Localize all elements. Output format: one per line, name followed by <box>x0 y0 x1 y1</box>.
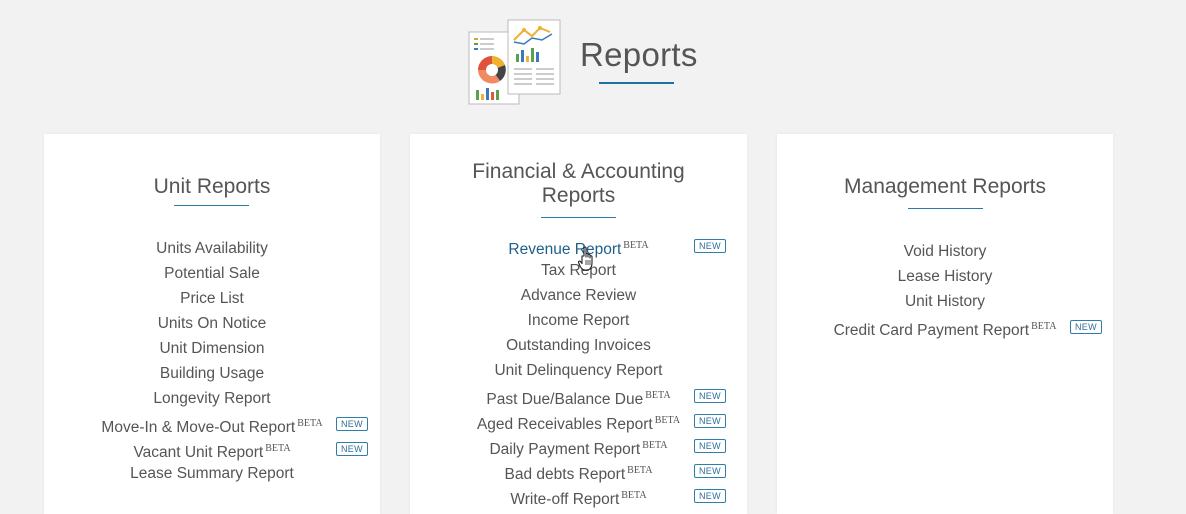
report-link[interactable]: Price List <box>44 286 380 311</box>
unit-reports-card: Unit Reports Units Availability Potentia… <box>44 134 380 514</box>
card-title: Unit Reports <box>153 175 271 198</box>
report-link[interactable]: Unit Delinquency Report <box>410 358 747 383</box>
new-badge: NEW <box>694 389 726 403</box>
report-link[interactable]: Write-off Report BETA NEW <box>410 483 747 508</box>
card-title-underline <box>908 208 983 209</box>
report-label: Lease History <box>897 268 993 285</box>
report-label: Units Availability <box>156 240 268 257</box>
beta-tag: BETA <box>623 240 649 251</box>
new-badge: NEW <box>1070 320 1102 334</box>
report-label: Void History <box>903 243 987 260</box>
report-link[interactable]: Vacant Unit Report BETA NEW <box>44 436 380 461</box>
new-badge: NEW <box>694 239 726 253</box>
report-list: Void History Lease History Unit History … <box>777 239 1113 339</box>
report-label: Lease Summary Report <box>130 465 294 482</box>
card-title-underline <box>541 217 616 218</box>
new-badge: NEW <box>694 489 726 503</box>
reports-icon <box>468 19 561 105</box>
report-label: Building Usage <box>159 365 265 382</box>
report-label: Price List <box>180 290 244 307</box>
beta-tag: BETA <box>642 440 668 451</box>
report-label: Unit Dimension <box>159 340 265 357</box>
financial-reports-card: Financial & Accounting Reports Revenue R… <box>410 134 747 514</box>
report-link[interactable]: Past Due/Balance Due BETA NEW <box>410 383 747 408</box>
card-title: Management Reports <box>844 175 1046 198</box>
report-label: Move-In & Move-Out Report <box>101 419 296 436</box>
report-link[interactable]: Income Report <box>410 308 747 333</box>
report-link[interactable]: Units Availability <box>44 236 380 261</box>
card-title-underline <box>174 205 249 206</box>
report-list: Revenue Report BETA NEW Tax Report Advance… <box>410 233 747 508</box>
report-link[interactable]: Bad debts Report BETA NEW <box>410 458 747 483</box>
page-header: Reports <box>0 0 1186 120</box>
card-title-line: Financial & Accounting <box>472 160 685 183</box>
beta-tag: BETA <box>645 390 671 401</box>
report-link[interactable]: Outstanding Invoices <box>410 333 747 358</box>
report-label: Vacant Unit Report <box>133 444 264 461</box>
report-label: Write-off Report <box>510 491 620 508</box>
report-label: Longevity Report <box>153 390 271 407</box>
report-link[interactable]: Aged Receivables Report BETA NEW <box>410 408 747 433</box>
report-link[interactable]: Credit Card Payment Report BETA NEW <box>777 314 1113 339</box>
report-link[interactable]: Potential Sale <box>44 261 380 286</box>
report-link[interactable]: Advance Review <box>410 283 747 308</box>
report-link[interactable]: Longevity Report <box>44 386 380 411</box>
new-badge: NEW <box>694 464 726 478</box>
beta-tag: BETA <box>265 443 291 454</box>
report-link[interactable]: Lease Summary Report <box>44 461 380 486</box>
report-label: Advance Review <box>520 287 637 304</box>
report-label: Bad debts Report <box>504 466 626 483</box>
page-title: Reports <box>580 36 698 73</box>
report-link[interactable]: Unit Dimension <box>44 336 380 361</box>
new-badge: NEW <box>694 414 726 428</box>
report-list: Units Availability Potential Sale Price … <box>44 236 380 486</box>
card-title-line: Reports <box>541 184 616 207</box>
report-label: Aged Receivables Report <box>476 416 653 433</box>
beta-tag: BETA <box>1031 321 1057 332</box>
report-label: Unit Delinquency Report <box>494 362 663 379</box>
card-title: Financial & Accounting Reports <box>410 160 747 208</box>
report-label: Income Report <box>527 312 630 329</box>
report-label: Daily Payment Report <box>489 441 641 458</box>
report-label: Revenue Report <box>508 241 622 258</box>
report-label: Outstanding Invoices <box>506 337 651 354</box>
report-label: Credit Card Payment Report <box>833 322 1030 339</box>
new-badge: NEW <box>694 439 726 453</box>
beta-tag: BETA <box>297 418 323 429</box>
report-link[interactable]: Daily Payment Report BETA NEW <box>410 433 747 458</box>
report-label: Units On Notice <box>157 315 267 332</box>
beta-tag: BETA <box>627 465 653 476</box>
report-link[interactable]: Lease History <box>777 264 1113 289</box>
report-link[interactable]: Unit History <box>777 289 1113 314</box>
new-badge: NEW <box>336 417 368 431</box>
beta-tag: BETA <box>621 490 647 501</box>
report-label: Past Due/Balance Due <box>486 391 644 408</box>
report-label: Unit History <box>904 293 986 310</box>
report-label: Potential Sale <box>164 265 260 282</box>
report-link[interactable]: Building Usage <box>44 361 380 386</box>
page-title-underline <box>599 82 674 84</box>
beta-tag: BETA <box>654 415 681 426</box>
new-badge: NEW <box>336 442 368 456</box>
report-link[interactable]: Void History <box>777 239 1113 264</box>
report-link[interactable]: Move-In & Move-Out Report BETA NEW <box>44 411 380 436</box>
hand-cursor-icon <box>578 246 593 271</box>
management-reports-card: Management Reports Void History Lease Hi… <box>777 134 1113 514</box>
report-link[interactable]: Units On Notice <box>44 311 380 336</box>
